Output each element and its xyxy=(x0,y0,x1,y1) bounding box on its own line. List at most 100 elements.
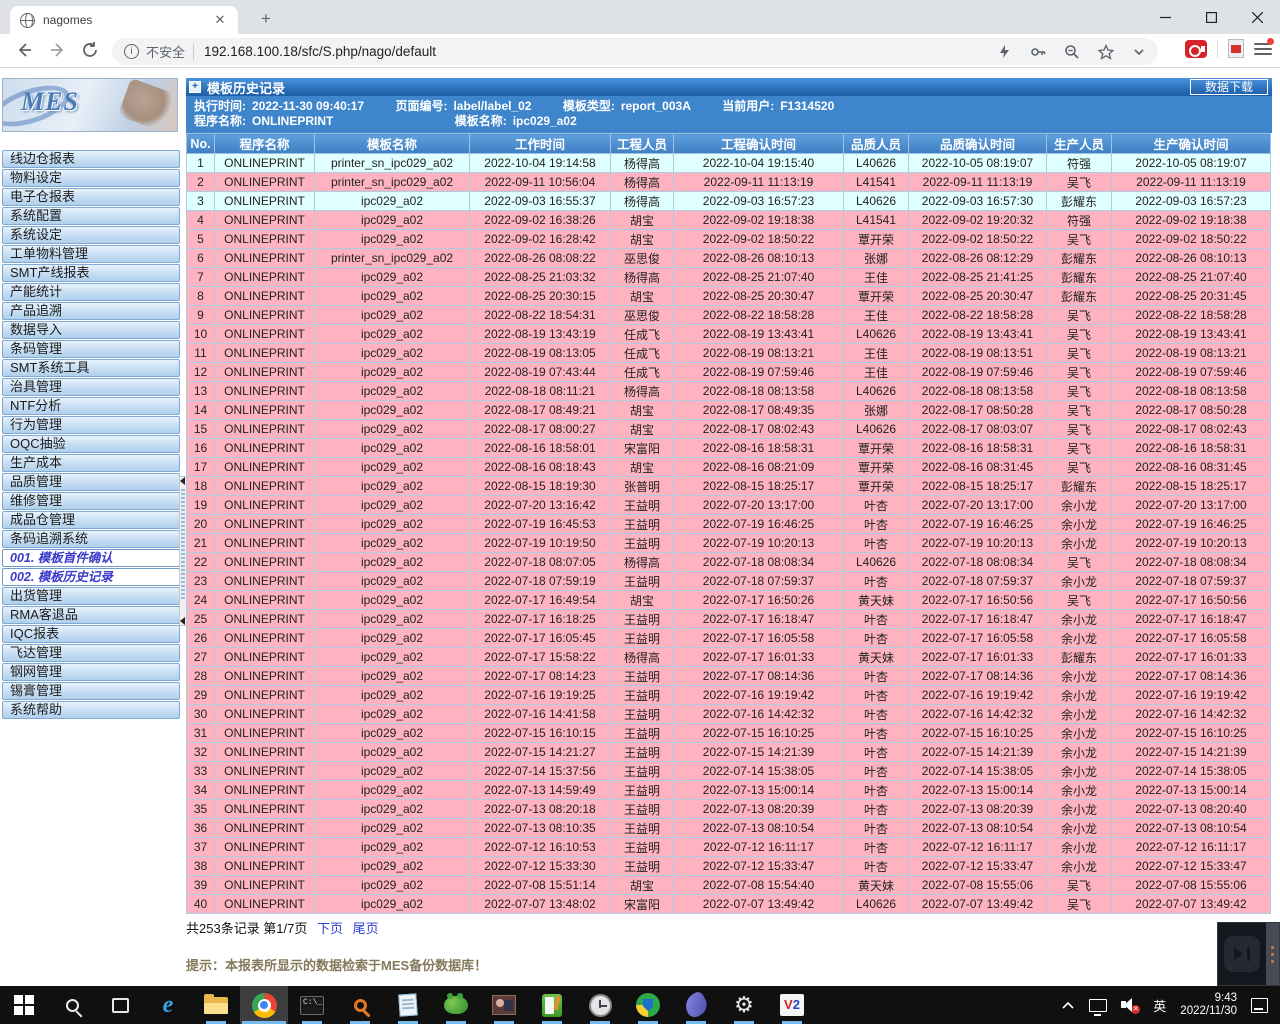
tray-chevron-up-icon[interactable] xyxy=(1061,1000,1075,1010)
sidebar-item[interactable]: 钢网管理 xyxy=(2,663,180,681)
template-name-link[interactable]: ipc029_a02 xyxy=(315,648,470,667)
sidebar-item[interactable]: 线边仓报表 xyxy=(2,150,180,168)
screen-recorder-widget[interactable] xyxy=(1217,922,1280,986)
template-name-link[interactable]: ipc029_a02 xyxy=(315,686,470,705)
taskbar-vnc-icon[interactable]: V2 xyxy=(768,986,816,1024)
window-minimize-button[interactable] xyxy=(1142,0,1188,34)
zoom-out-icon[interactable] xyxy=(1064,44,1080,60)
recorder-play-icon[interactable] xyxy=(1224,936,1260,972)
password-key-icon[interactable] xyxy=(1030,44,1046,60)
url-text[interactable]: 192.168.100.18/sfc/S.php/nago/default xyxy=(204,44,997,59)
back-button[interactable] xyxy=(14,40,36,62)
sidebar-item[interactable]: NTF分析 xyxy=(2,397,180,415)
next-page-link[interactable]: 下页 xyxy=(317,921,343,936)
taskbar-cmd-icon[interactable]: C:\_ xyxy=(288,986,336,1024)
splitter-collapse-icon[interactable] xyxy=(180,617,185,625)
recorder-grip-dots[interactable] xyxy=(1266,923,1279,985)
template-name-link[interactable]: ipc029_a02 xyxy=(315,230,470,249)
lightning-icon[interactable] xyxy=(997,44,1012,59)
browser-menu-icon[interactable] xyxy=(1254,40,1272,58)
template-name-link[interactable]: ipc029_a02 xyxy=(315,401,470,420)
taskbar-green-shield-icon[interactable] xyxy=(624,986,672,1024)
sidebar-item[interactable]: 系统帮助 xyxy=(2,701,180,719)
network-icon[interactable] xyxy=(1089,999,1107,1012)
sidebar-item[interactable]: 数据导入 xyxy=(2,321,180,339)
taskbar-clock[interactable]: 9:43 2022/11/30 xyxy=(1180,992,1237,1018)
template-name-link[interactable]: ipc029_a02 xyxy=(315,610,470,629)
template-name-link[interactable]: ipc029_a02 xyxy=(315,439,470,458)
template-name-link[interactable]: ipc029_a02 xyxy=(315,572,470,591)
sidebar-item[interactable]: 物料设定 xyxy=(2,169,180,187)
sidebar-item[interactable]: RMA客退品 xyxy=(2,606,180,624)
forward-button[interactable] xyxy=(48,40,70,62)
template-name-link[interactable]: ipc029_a02 xyxy=(315,762,470,781)
template-name-link[interactable]: ipc029_a02 xyxy=(315,819,470,838)
template-name-link[interactable]: ipc029_a02 xyxy=(315,743,470,762)
data-download-button[interactable]: 数据下载 xyxy=(1190,79,1268,95)
taskbar-orange-search-icon[interactable] xyxy=(336,986,384,1024)
window-close-button[interactable] xyxy=(1234,0,1280,34)
new-tab-button[interactable]: + xyxy=(254,8,278,32)
ime-indicator[interactable]: 英 xyxy=(1153,996,1166,1015)
taskbar-dolphin-icon[interactable] xyxy=(672,986,720,1024)
sidebar-subitem[interactable]: 002. 模板历史记录 xyxy=(2,568,180,586)
template-name-link[interactable]: ipc029_a02 xyxy=(315,895,470,914)
template-name-link[interactable]: ipc029_a02 xyxy=(315,211,470,230)
window-maximize-button[interactable] xyxy=(1188,0,1234,34)
template-name-link[interactable]: printer_sn_ipc029_a02 xyxy=(315,154,470,173)
security-label[interactable]: 不安全 xyxy=(146,42,185,61)
splitter-collapse-icon[interactable] xyxy=(180,477,185,485)
sidebar-item[interactable]: 维修管理 xyxy=(2,492,180,510)
template-name-link[interactable]: ipc029_a02 xyxy=(315,325,470,344)
sidebar-item[interactable]: 工单物料管理 xyxy=(2,245,180,263)
address-bar[interactable]: i 不安全 192.168.100.18/sfc/S.php/nago/defa… xyxy=(112,38,1158,65)
sidebar-item[interactable]: 行为管理 xyxy=(2,416,180,434)
template-name-link[interactable]: ipc029_a02 xyxy=(315,458,470,477)
sidebar-item[interactable]: 产能统计 xyxy=(2,283,180,301)
sidebar-item[interactable]: IQC报表 xyxy=(2,625,180,643)
template-name-link[interactable]: ipc029_a02 xyxy=(315,838,470,857)
pdf-extension-icon[interactable] xyxy=(1228,39,1244,58)
template-name-link[interactable]: printer_sn_ipc029_a02 xyxy=(315,249,470,268)
taskbar-settings-gear-icon[interactable]: ⚙ xyxy=(720,986,768,1024)
sidebar-item[interactable]: 电子仓报表 xyxy=(2,188,180,206)
template-name-link[interactable]: ipc029_a02 xyxy=(315,306,470,325)
taskbar-ie-icon[interactable]: e xyxy=(144,986,192,1024)
template-name-link[interactable]: ipc029_a02 xyxy=(315,344,470,363)
sidebar-subitem[interactable]: 001. 模板首件确认 xyxy=(2,549,180,567)
splitter-thumb[interactable] xyxy=(181,489,185,599)
page-info-icon[interactable]: i xyxy=(124,44,139,59)
taskbar-file-explorer-icon[interactable] xyxy=(192,986,240,1024)
last-page-link[interactable]: 尾页 xyxy=(353,921,379,936)
template-name-link[interactable]: ipc029_a02 xyxy=(315,515,470,534)
chevron-down-icon[interactable] xyxy=(1132,45,1146,59)
action-center-icon[interactable] xyxy=(1251,998,1268,1013)
template-name-link[interactable]: ipc029_a02 xyxy=(315,382,470,401)
sidebar-item[interactable]: 条码追溯系统 xyxy=(2,530,180,548)
bookmark-star-icon[interactable] xyxy=(1098,44,1114,60)
template-name-link[interactable]: ipc029_a02 xyxy=(315,477,470,496)
taskbar-chrome-icon[interactable] xyxy=(240,986,288,1024)
sidebar-item[interactable]: 飞达管理 xyxy=(2,644,180,662)
taskbar-notes-icon[interactable] xyxy=(528,986,576,1024)
template-name-link[interactable]: ipc029_a02 xyxy=(315,591,470,610)
sidebar-item[interactable]: SMT产线报表 xyxy=(2,264,180,282)
volume-muted-icon[interactable]: ✕ xyxy=(1121,997,1139,1013)
template-name-link[interactable]: ipc029_a02 xyxy=(315,534,470,553)
sidebar-item[interactable]: 治具管理 xyxy=(2,378,180,396)
tab-close-icon[interactable]: ✕ xyxy=(212,12,228,28)
sidebar-item[interactable]: 系统配置 xyxy=(2,207,180,225)
sidebar-item[interactable]: 出货管理 xyxy=(2,587,180,605)
template-name-link[interactable]: ipc029_a02 xyxy=(315,781,470,800)
browser-tab[interactable]: nagomes ✕ xyxy=(10,6,238,34)
template-name-link[interactable]: ipc029_a02 xyxy=(315,800,470,819)
sidebar-item[interactable]: 产品追溯 xyxy=(2,302,180,320)
sidebar-item[interactable]: OQC抽验 xyxy=(2,435,180,453)
template-name-link[interactable]: ipc029_a02 xyxy=(315,363,470,382)
sidebar-item[interactable]: 系统设定 xyxy=(2,226,180,244)
taskbar-start-icon[interactable] xyxy=(0,986,48,1024)
sidebar-item[interactable]: 条码管理 xyxy=(2,340,180,358)
taskbar-clock-icon[interactable] xyxy=(576,986,624,1024)
sidebar-item[interactable]: 成品仓管理 xyxy=(2,511,180,529)
taskbar-task-view-icon[interactable] xyxy=(96,986,144,1024)
